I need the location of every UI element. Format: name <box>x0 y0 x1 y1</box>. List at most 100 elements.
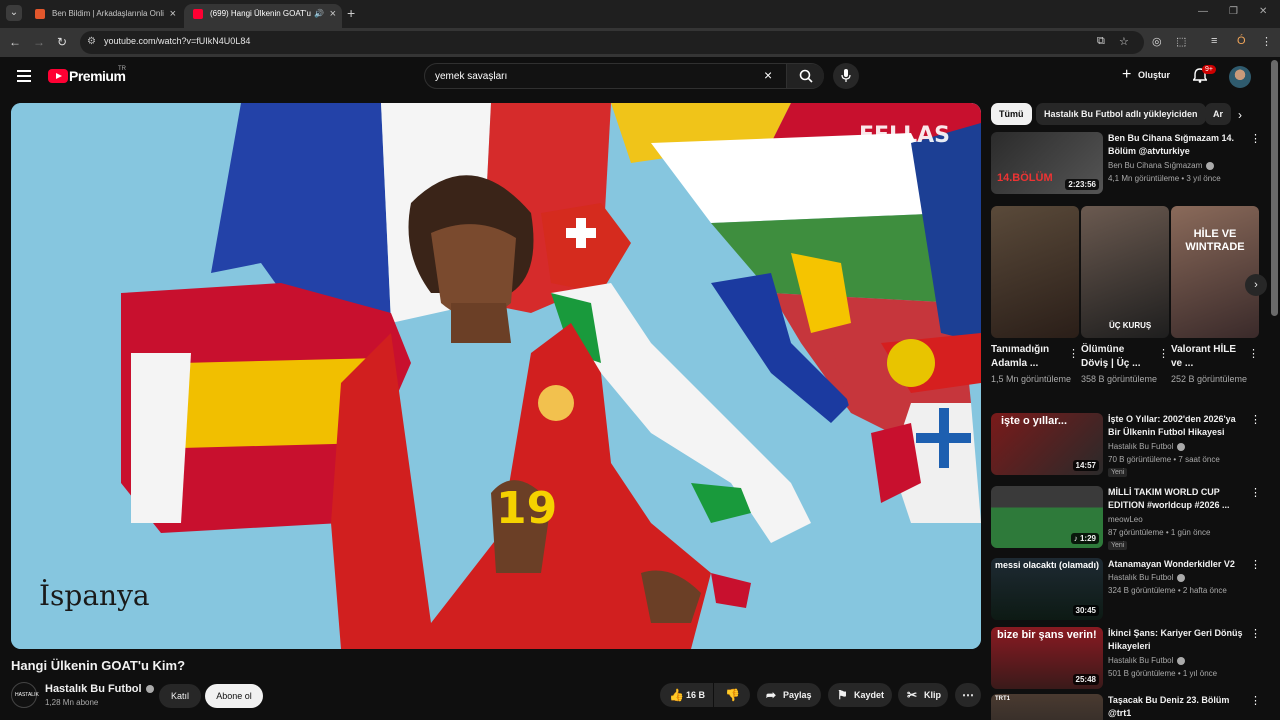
more-vertical-icon[interactable]: ⋮ <box>1158 347 1169 360</box>
more-vertical-icon[interactable]: ⋮ <box>1250 132 1261 145</box>
video-thumbnail[interactable]: messi olacaktı (olamadı) 30:45 <box>991 558 1103 620</box>
video-title[interactable]: İşte O Yıllar: 2002'den 2026'ya Bir Ülke… <box>1108 413 1248 439</box>
video-thumbnail[interactable]: işte o yıllar... 14:57 <box>991 413 1103 475</box>
video-channel-text[interactable]: Ben Bu Cihana Sığmazam <box>1108 161 1202 170</box>
video-channel-text[interactable]: Hastalık Bu Futbol <box>1108 442 1173 451</box>
short-views: 358 B görüntüleme <box>1081 374 1158 384</box>
new-tab-button[interactable]: + <box>347 5 355 21</box>
recommended-video-3[interactable]: ♪ 1:29 MİLLİ TAKIM WORLD CUP EDITION #wo… <box>991 486 1263 550</box>
create-button[interactable]: + Oluştur <box>1116 63 1178 89</box>
video-title[interactable]: İkinci Şans: Kariyer Geri Dönüş Hikayele… <box>1108 627 1248 653</box>
close-tab-icon[interactable]: × <box>330 4 336 24</box>
video-channel[interactable]: Ben Bu Cihana Sığmazam <box>1108 161 1215 170</box>
search-input[interactable]: yemek savaşları <box>435 71 507 82</box>
incognito-icon[interactable]: ◎ <box>1152 35 1162 48</box>
video-title[interactable]: Atanamayan Wonderkidler V2 <box>1108 558 1248 571</box>
short-thumbnail[interactable]: ÜÇ KURUŞ <box>1081 206 1169 338</box>
video-player[interactable]: 19 İspanya FELLAS <box>11 103 981 649</box>
clip-button[interactable]: ✂ Klip <box>898 683 948 707</box>
more-actions-button[interactable]: ⋯ <box>955 683 981 707</box>
more-vertical-icon[interactable]: ⋮ <box>1250 694 1261 707</box>
close-window-icon[interactable]: ✕ <box>1259 6 1267 17</box>
recommended-video-6[interactable]: TRT1 Taşacak Bu Deniz 23. Bölüm @trt1 ⋮ <box>991 694 1263 720</box>
subscribe-button[interactable]: Abone ol <box>205 684 263 708</box>
video-channel-text[interactable]: Hastalık Bu Futbol <box>1108 573 1173 582</box>
maximize-icon[interactable]: ❐ <box>1229 6 1238 17</box>
short-title[interactable]: Ölümüne Döviş | Üç ... <box>1081 343 1153 371</box>
save-button[interactable]: ⚑ Kaydet <box>828 683 892 707</box>
short-item[interactable]: ÜÇ KURUŞ Ölümüne Döviş | Üç ... 358 B gö… <box>1081 206 1169 386</box>
search-box[interactable]: yemek savaşları × <box>424 63 824 89</box>
more-vertical-icon[interactable]: ⋮ <box>1250 627 1261 640</box>
chip-from-uploader[interactable]: Hastalık Bu Futbol adlı yükleyiciden <box>1036 103 1206 125</box>
browser-tab-1[interactable]: Ben Bildim | Arkadaşlarınla Onli × <box>26 4 182 28</box>
menu-icon[interactable] <box>17 70 31 82</box>
audio-playing-icon[interactable]: 🔊 <box>314 4 324 24</box>
bookmark-star-icon[interactable]: ☆ <box>1119 35 1129 48</box>
short-title[interactable]: Tanımadığın Adamla ... <box>991 343 1063 371</box>
install-app-icon[interactable]: ⧉ <box>1097 35 1105 48</box>
verified-icon <box>1177 442 1186 451</box>
country-code: TR <box>118 66 126 72</box>
browser-tab-2[interactable]: (699) Hangi Ülkenin GOAT'u 🔊 × <box>184 4 342 28</box>
video-title[interactable]: Taşacak Bu Deniz 23. Bölüm @trt1 <box>1108 694 1248 720</box>
video-thumbnail[interactable]: bize bir şans verin! 25:48 <box>991 627 1103 689</box>
chip-all[interactable]: Tümü <box>991 103 1032 125</box>
site-info-icon[interactable]: ⚙ <box>87 36 96 47</box>
recommended-video-4[interactable]: messi olacaktı (olamadı) 30:45 Atanamaya… <box>991 558 1263 620</box>
profile-icon[interactable]: Ó <box>1237 35 1246 47</box>
media-control-icon[interactable]: ≡ <box>1211 35 1217 47</box>
page-scrollbar[interactable] <box>1271 60 1278 316</box>
tab-list-button[interactable]: ⌄ <box>6 5 22 21</box>
forward-icon[interactable]: → <box>33 35 45 49</box>
more-vertical-icon[interactable]: ⋮ <box>1068 347 1079 360</box>
reload-icon[interactable]: ↻ <box>57 35 67 49</box>
like-button[interactable]: 👍 16 B <box>660 683 713 707</box>
video-channel[interactable]: Hastalık Bu Futbol <box>1108 573 1186 582</box>
chip-more[interactable]: Ar <box>1205 103 1231 125</box>
minimize-icon[interactable]: — <box>1198 6 1208 17</box>
channel-avatar[interactable]: HASTALIK <box>11 682 39 708</box>
video-thumbnail[interactable]: TRT1 <box>991 694 1103 720</box>
video-channel[interactable]: Hastalık Bu Futbol <box>1108 656 1186 665</box>
video-title[interactable]: Ben Bu Cihana Sığmazam 14. Bölüm @atvtur… <box>1108 132 1248 158</box>
browser-menu-icon[interactable]: ⋮ <box>1261 35 1272 48</box>
address-bar[interactable]: ⚙ youtube.com/watch?v=fUIkN4U0L84 ⧉ ☆ <box>80 31 1144 54</box>
dislike-button[interactable]: 👎 <box>714 683 750 707</box>
more-vertical-icon[interactable]: ⋮ <box>1250 413 1261 426</box>
voice-search-button[interactable] <box>833 63 859 89</box>
short-title[interactable]: Valorant HİLE ve ... <box>1171 343 1243 371</box>
back-icon[interactable]: ← <box>9 35 21 49</box>
clear-search-icon[interactable]: × <box>764 67 772 83</box>
video-channel[interactable]: Hastalık Bu Futbol <box>1108 442 1186 451</box>
recommended-video-2[interactable]: işte o yıllar... 14:57 İşte O Yıllar: 20… <box>991 413 1263 477</box>
recommended-video-5[interactable]: bize bir şans verin! 25:48 İkinci Şans: … <box>991 627 1263 689</box>
video-thumbnail[interactable]: ♪ 1:29 <box>991 486 1103 548</box>
account-avatar[interactable] <box>1229 66 1251 88</box>
url-text[interactable]: youtube.com/watch?v=fUIkN4U0L84 <box>104 36 250 46</box>
video-channel[interactable]: meowLeo <box>1108 515 1143 524</box>
share-button[interactable]: ➦ Paylaş <box>757 683 821 707</box>
extensions-icon[interactable]: ⬚ <box>1176 35 1186 48</box>
tab-title: (699) Hangi Ülkenin GOAT'u <box>210 9 311 18</box>
more-vertical-icon[interactable]: ⋮ <box>1250 486 1261 499</box>
short-item[interactable]: Tanımadığın Adamla ... 1,5 Mn görüntülem… <box>991 206 1079 386</box>
video-meta: 324 B görüntüleme • 2 hafta önce <box>1108 586 1227 595</box>
close-tab-icon[interactable]: × <box>170 4 176 24</box>
video-thumbnail[interactable]: 14.BÖLÜM 2:23:56 <box>991 132 1103 194</box>
short-item[interactable]: HİLE VE WINTRADE Valorant HİLE ve ... 25… <box>1171 206 1259 386</box>
short-thumbnail[interactable] <box>991 206 1079 338</box>
channel-name-text[interactable]: Hastalık Bu Futbol <box>45 683 142 695</box>
search-button[interactable] <box>786 64 824 88</box>
more-vertical-icon[interactable]: ⋮ <box>1250 558 1261 571</box>
shorts-next-button[interactable]: › <box>1245 274 1267 296</box>
short-thumbnail[interactable]: HİLE VE WINTRADE <box>1171 206 1259 338</box>
recommended-video-1[interactable]: 14.BÖLÜM 2:23:56 Ben Bu Cihana Sığmazam … <box>991 132 1263 194</box>
join-button[interactable]: Katıl <box>159 684 201 708</box>
chevron-right-icon[interactable]: › <box>1238 108 1242 122</box>
verified-icon <box>1206 161 1215 170</box>
video-channel-text[interactable]: Hastalık Bu Futbol <box>1108 656 1173 665</box>
more-vertical-icon[interactable]: ⋮ <box>1248 347 1259 360</box>
channel-name[interactable]: Hastalık Bu Futbol <box>45 683 154 695</box>
video-title[interactable]: MİLLİ TAKIM WORLD CUP EDITION #worldcup … <box>1108 486 1248 512</box>
